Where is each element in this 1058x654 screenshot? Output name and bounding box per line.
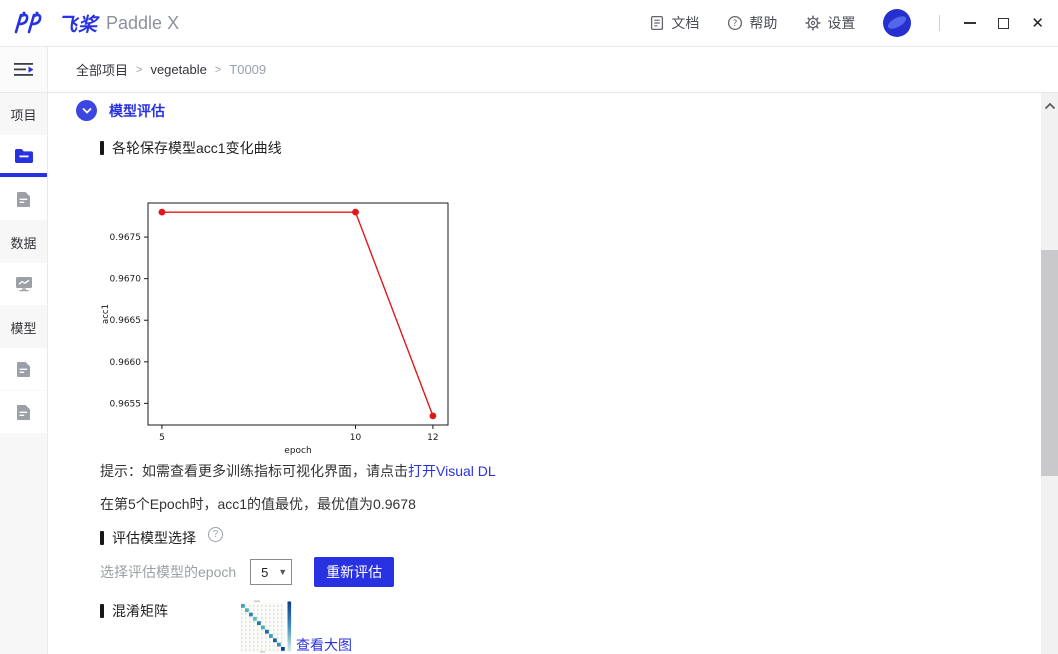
- model-evaluation-header: 模型评估: [76, 100, 165, 121]
- minimize-icon[interactable]: [964, 22, 976, 24]
- sidebar: 项目 数据 模型: [0, 47, 48, 654]
- docs-label: 文档: [671, 13, 699, 33]
- svg-text:0.9660: 0.9660: [110, 358, 142, 368]
- close-icon[interactable]: ✕: [1031, 16, 1044, 31]
- sidebar-group-models: 模型: [0, 306, 47, 348]
- confusion-matrix-section-title: 混淆矩阵: [100, 601, 168, 621]
- breadcrumb-all-projects[interactable]: 全部项目: [76, 60, 128, 79]
- best-epoch-summary: 在第5个Epoch时，acc1的值最优，最优值为0.9678: [100, 494, 416, 514]
- main-area: 全部项目 > vegetable > T0009 模型评估 各轮保存模: [48, 47, 1058, 654]
- sidebar-collapse-toggle[interactable]: [0, 47, 47, 93]
- sidebar-group-projects: 项目: [0, 93, 47, 135]
- chevron-down-icon: [81, 105, 93, 117]
- svg-text:acc1: acc1: [101, 304, 111, 324]
- visualdl-tip: 提示：如需查看更多训练指标可视化界面，请点击打开Visual DL: [100, 461, 496, 481]
- eval-title-text: 评估模型选择: [112, 528, 196, 548]
- collapse-section-button[interactable]: [76, 100, 97, 121]
- window-controls: ✕: [964, 16, 1044, 31]
- file-icon: [16, 191, 31, 208]
- acc1-line-chart: 0.9655 0.9660 0.9665 0.9670 0.9675 5 10 12 epoch…: [98, 195, 483, 457]
- sidebar-item-project-files[interactable]: [0, 135, 47, 177]
- epoch-select-label: 选择评估模型的epoch: [100, 562, 236, 582]
- paddlex-logo: 飞桨 Paddle X: [12, 10, 179, 37]
- settings-label: 设置: [827, 13, 855, 33]
- breadcrumb-separator: >: [215, 64, 221, 76]
- svg-text:12: 12: [427, 433, 438, 443]
- title-bar-marker: [100, 141, 104, 155]
- confusion-matrix-thumbnail[interactable]: [240, 600, 292, 653]
- sidebar-item-data-monitor[interactable]: [0, 263, 47, 305]
- help-tooltip-icon[interactable]: ?: [208, 527, 223, 542]
- svg-text:0.9675: 0.9675: [110, 233, 142, 243]
- chevron-down-icon: ▼: [278, 567, 287, 577]
- document-icon: [649, 15, 665, 31]
- settings-menu-item[interactable]: 设置: [805, 13, 855, 33]
- view-large-image-link[interactable]: 查看大图: [296, 635, 352, 653]
- scrollbar-thumb[interactable]: [1041, 250, 1058, 476]
- matrix-title-text: 混淆矩阵: [112, 601, 168, 621]
- sidebar-item-model-doc-1[interactable]: [0, 348, 47, 390]
- help-label: 帮助: [749, 13, 777, 33]
- chart-section-title: 各轮保存模型acc1变化曲线: [100, 138, 282, 158]
- breadcrumb-task: T0009: [229, 62, 266, 77]
- tip-text: 提示：如需查看更多训练指标可视化界面，请点击: [100, 463, 408, 479]
- epoch-select[interactable]: 5 ▼: [250, 559, 292, 585]
- help-menu-item[interactable]: ? 帮助: [727, 13, 777, 33]
- section-title: 模型评估: [109, 101, 165, 121]
- breadcrumb-project[interactable]: vegetable: [150, 62, 206, 77]
- svg-text:0.9670: 0.9670: [110, 275, 142, 285]
- sidebar-item-model-doc-2[interactable]: [0, 391, 47, 433]
- epoch-selected-value: 5: [251, 565, 278, 580]
- svg-text:?: ?: [733, 19, 738, 29]
- monitor-chart-icon: [15, 276, 33, 292]
- svg-text:epoch: epoch: [284, 446, 311, 456]
- svg-text:0.9665: 0.9665: [110, 316, 142, 326]
- svg-text:0.9655: 0.9655: [110, 399, 142, 409]
- docs-menu-item[interactable]: 文档: [649, 13, 699, 33]
- breadcrumb-separator: >: [136, 64, 142, 76]
- svg-text:10: 10: [350, 433, 362, 443]
- title-bar-marker: [100, 531, 104, 545]
- topbar-toolbar: 文档 ? 帮助 设置: [649, 9, 1044, 37]
- scroll-up-arrow-icon[interactable]: [1041, 99, 1058, 113]
- logo-text-cn: 飞桨: [58, 10, 98, 37]
- file-icon: [16, 404, 31, 421]
- sidebar-item-project-doc[interactable]: [0, 178, 47, 220]
- chart-title-text: 各轮保存模型acc1变化曲线: [112, 138, 282, 158]
- vertical-scrollbar[interactable]: [1041, 93, 1058, 654]
- svg-text:5: 5: [159, 433, 165, 443]
- re-evaluate-button[interactable]: 重新评估: [314, 557, 394, 587]
- open-visualdl-link[interactable]: 打开Visual DL: [408, 463, 496, 479]
- title-bar: 飞桨 Paddle X 文档 ? 帮助: [0, 0, 1058, 47]
- eval-model-section-title: 评估模型选择 ?: [100, 528, 223, 548]
- evaluation-panel: 模型评估 各轮保存模型acc1变化曲线 0.96550.96600.96650.…: [48, 93, 1041, 653]
- breadcrumb: 全部项目 > vegetable > T0009: [48, 47, 1058, 93]
- file-icon: [16, 361, 31, 378]
- menu-collapse-icon: [14, 62, 34, 78]
- gear-icon: [805, 15, 821, 31]
- sidebar-group-data: 数据: [0, 221, 47, 263]
- toolbar-divider: [939, 15, 940, 31]
- epoch-select-row: 选择评估模型的epoch 5 ▼ 重新评估: [100, 557, 394, 587]
- acc1-chart-figure: 0.9655 0.9660 0.9665 0.9670 0.9675 5 10 12 epoch…: [98, 195, 483, 462]
- folder-icon: [14, 148, 34, 164]
- paddle-monogram-icon: [12, 11, 52, 35]
- logo-text-en: Paddle X: [106, 13, 179, 34]
- maximize-icon[interactable]: [998, 18, 1009, 29]
- help-icon: ?: [727, 15, 743, 31]
- user-avatar[interactable]: [883, 9, 911, 37]
- title-bar-marker: [100, 604, 104, 618]
